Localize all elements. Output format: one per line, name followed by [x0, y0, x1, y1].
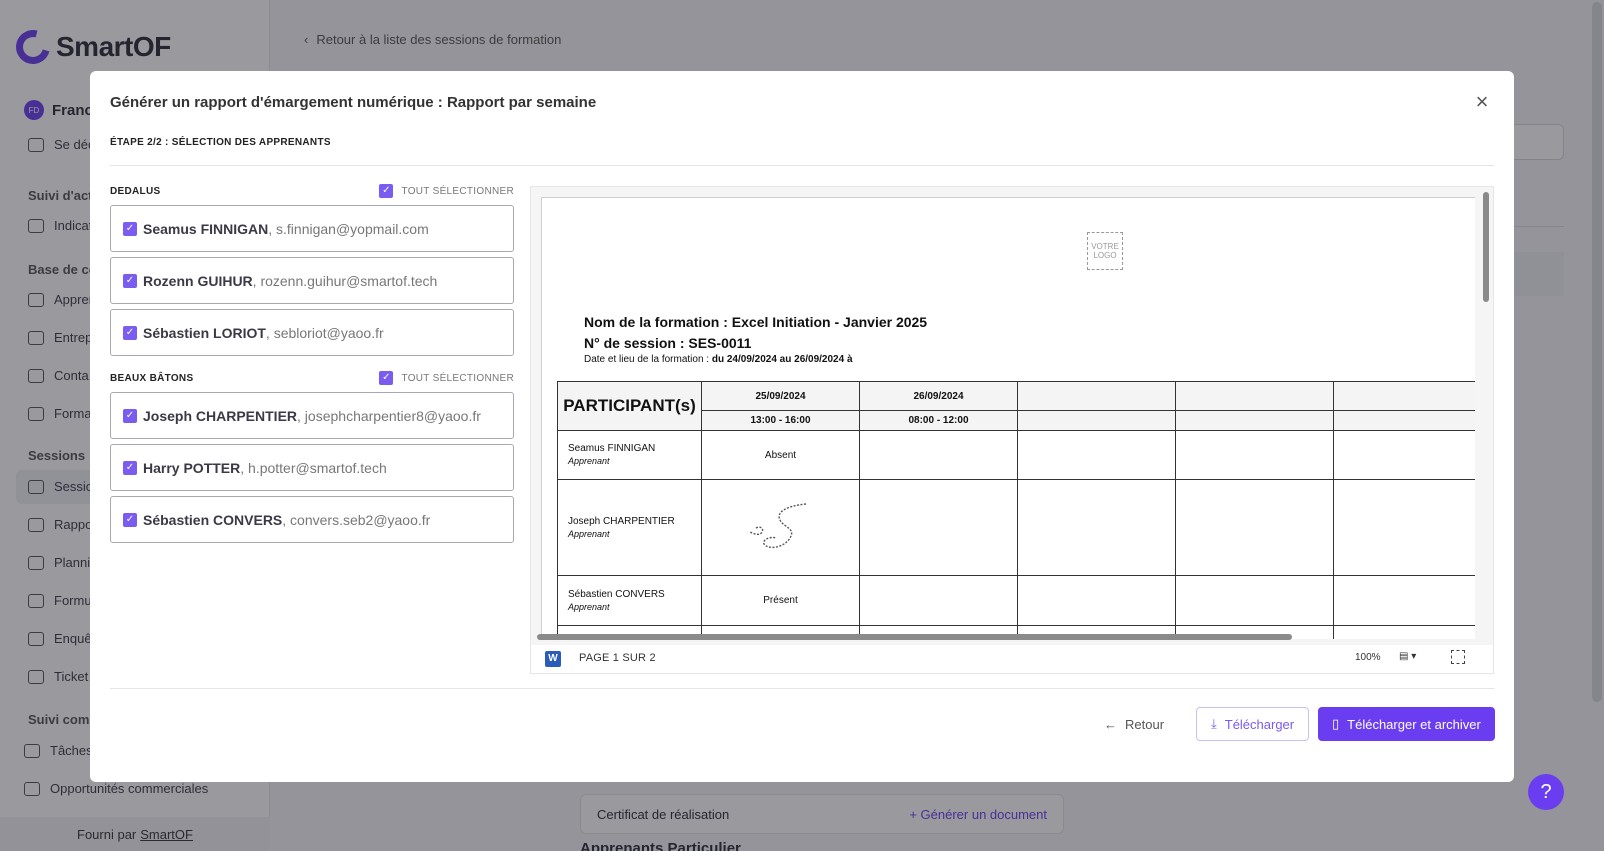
learner-option[interactable]: ✓ Joseph CHARPENTIER, josephcharpentier8… — [110, 392, 514, 439]
learner-option[interactable]: ✓ Seamus FINNIGAN, s.finnigan@yopmail.co… — [110, 205, 514, 252]
formation-name: Nom de la formation : Excel Initiation -… — [584, 314, 928, 330]
learner-option[interactable]: ✓ Rozenn GUIHUR, rozenn.guihur@smartof.t… — [110, 257, 514, 304]
learner-option[interactable]: ✓ Sébastien LORIOT, sebloriot@yaoo.fr — [110, 309, 514, 356]
learner-email: , rozenn.guihur@smartof.tech — [252, 272, 438, 289]
status-cell: Présent — [701, 575, 860, 626]
page-view-icon[interactable]: ▤ ▾ — [1399, 651, 1421, 665]
table-row: Sébastien CONVERS Apprenant Présent — [557, 575, 1475, 626]
checkbox-checked-icon[interactable]: ✓ — [379, 371, 394, 385]
participant-cell: Sébastien CONVERS Apprenant — [557, 575, 702, 626]
checkbox-checked-icon[interactable]: ✓ — [123, 460, 137, 475]
participant-name: Joseph CHARPENTIER — [568, 515, 675, 527]
participant-cell: Seamus FINNIGAN Apprenant — [557, 430, 702, 480]
attendance-table: PARTICIPANT(s) 25/09/2024 26/09/2024 13:… — [557, 381, 1475, 639]
document-page: VOTRE LOGO Nom de la formation : Excel I… — [541, 197, 1475, 639]
session-number: N° de session : SES-0011 — [584, 335, 752, 351]
arrow-left-icon: ← — [1104, 716, 1117, 732]
checkbox-checked-icon[interactable]: ✓ — [123, 325, 137, 340]
download-button-label: Télécharger — [1224, 716, 1295, 732]
participant-name: Sébastien CONVERS — [568, 588, 665, 600]
learner-name: Rozenn GUIHUR — [143, 272, 253, 289]
download-archive-button[interactable]: ▯ Télécharger et archiver — [1318, 707, 1495, 741]
preview-toolbar: W PAGE 1 SUR 2 100% ▤ ▾ — [531, 645, 1493, 673]
signature-cell — [701, 479, 860, 576]
file-icon: ▯ — [1332, 716, 1340, 731]
preview-horizontal-scrollbar[interactable] — [537, 634, 1292, 640]
participant-cell: Joseph CHARPENTIER Apprenant — [557, 479, 702, 576]
time-header — [1175, 410, 1334, 431]
date-value: du 24/09/2024 au 26/09/2024 à — [711, 354, 853, 365]
learner-option[interactable]: ✓ Harry POTTER, h.potter@smartof.tech — [110, 444, 514, 491]
logo-placeholder: VOTRE LOGO — [1087, 232, 1123, 270]
date-header — [1333, 381, 1475, 411]
time-header — [1017, 410, 1176, 431]
attendance-report-modal: Générer un rapport d'émargement numériqu… — [90, 71, 1514, 782]
preview-viewport[interactable]: VOTRE LOGO Nom de la formation : Excel I… — [531, 187, 1475, 639]
zoom-level[interactable]: 100% — [1355, 652, 1381, 663]
select-all-label: TOUT SÉLECTIONNER — [401, 372, 514, 384]
checkbox-checked-icon[interactable]: ✓ — [123, 408, 137, 423]
step-label: ÉTAPE 2/2 : SÉLECTION DES APPRENANTS — [110, 137, 331, 148]
learner-name: Harry POTTER — [143, 459, 241, 476]
modal-title: Générer un rapport d'émargement numériqu… — [110, 94, 597, 111]
select-all-toggle[interactable]: ✓ TOUT SÉLECTIONNER — [379, 371, 514, 385]
learner-name: Seamus FINNIGAN — [143, 220, 269, 237]
participant-role: Apprenant — [568, 528, 610, 539]
download-button[interactable]: ⤓ Télécharger — [1196, 707, 1310, 741]
learner-email: , s.finnigan@yopmail.com — [268, 220, 429, 237]
table-row: Joseph CHARPENTIER Apprenant — [557, 479, 1475, 576]
learner-name: Sébastien LORIOT — [143, 324, 266, 341]
learner-option[interactable]: ✓ Sébastien CONVERS, convers.seb2@yaoo.f… — [110, 496, 514, 543]
help-button[interactable]: ? — [1528, 774, 1564, 810]
fit-to-page-icon[interactable] — [1451, 650, 1465, 664]
time-header: 13:00 - 16:00 — [701, 410, 860, 431]
learner-email: , sebloriot@yaoo.fr — [265, 324, 384, 341]
download-icon: ⤓ — [1211, 716, 1217, 731]
learner-email: , convers.seb2@yaoo.fr — [282, 511, 431, 528]
back-button[interactable]: ← Retour — [1090, 707, 1178, 741]
close-icon[interactable]: × — [1470, 91, 1494, 115]
time-header — [1333, 410, 1475, 431]
checkbox-checked-icon[interactable]: ✓ — [123, 512, 137, 527]
formation-dates: Date et lieu de la formation : du 24/09/… — [584, 354, 853, 365]
page-scrollbar[interactable] — [1592, 2, 1602, 702]
learner-group-beaux-batons: BEAUX BÂTONS ✓ TOUT SÉLECTIONNER ✓ Josep… — [110, 369, 514, 543]
learner-email: , josephcharpentier8@yaoo.fr — [297, 407, 481, 424]
page-indicator: PAGE 1 SUR 2 — [579, 652, 656, 664]
download-archive-label: Télécharger et archiver — [1347, 716, 1481, 732]
checkbox-checked-icon[interactable]: ✓ — [123, 221, 137, 236]
time-header: 08:00 - 12:00 — [859, 410, 1018, 431]
date-header — [1175, 381, 1334, 411]
learner-group-dedalus: DEDALUS ✓ TOUT SÉLECTIONNER ✓ Seamus FIN… — [110, 182, 514, 356]
participant-role: Apprenant — [568, 601, 610, 612]
participant-role: Apprenant — [568, 456, 610, 466]
date-header: 26/09/2024 — [859, 381, 1018, 411]
table-row: Seamus FINNIGAN Apprenant Absent — [557, 430, 1475, 480]
checkbox-checked-icon[interactable]: ✓ — [379, 184, 394, 198]
group-name: BEAUX BÂTONS — [110, 372, 194, 384]
date-prefix: Date et lieu de la formation : — [584, 354, 710, 365]
select-all-toggle[interactable]: ✓ TOUT SÉLECTIONNER — [379, 184, 514, 198]
document-preview[interactable]: VOTRE LOGO Nom de la formation : Excel I… — [530, 186, 1494, 674]
learner-email: , h.potter@smartof.tech — [240, 459, 387, 476]
divider — [110, 688, 1494, 689]
divider — [110, 165, 1494, 166]
preview-vertical-scrollbar[interactable] — [1483, 192, 1489, 302]
date-header: 25/09/2024 — [701, 381, 860, 411]
word-document-icon: W — [545, 651, 561, 667]
learner-name: Sébastien CONVERS — [143, 511, 283, 528]
date-header — [1017, 381, 1176, 411]
checkbox-checked-icon[interactable]: ✓ — [123, 273, 137, 288]
participants-header: PARTICIPANT(s) — [557, 381, 702, 431]
status-cell: Absent — [701, 430, 860, 480]
select-all-label: TOUT SÉLECTIONNER — [401, 185, 514, 197]
participant-name: Seamus FINNIGAN — [568, 443, 656, 454]
group-name: DEDALUS — [110, 185, 161, 197]
learner-name: Joseph CHARPENTIER — [143, 407, 298, 424]
signature-image — [749, 503, 806, 549]
back-button-label: Retour — [1125, 716, 1165, 732]
